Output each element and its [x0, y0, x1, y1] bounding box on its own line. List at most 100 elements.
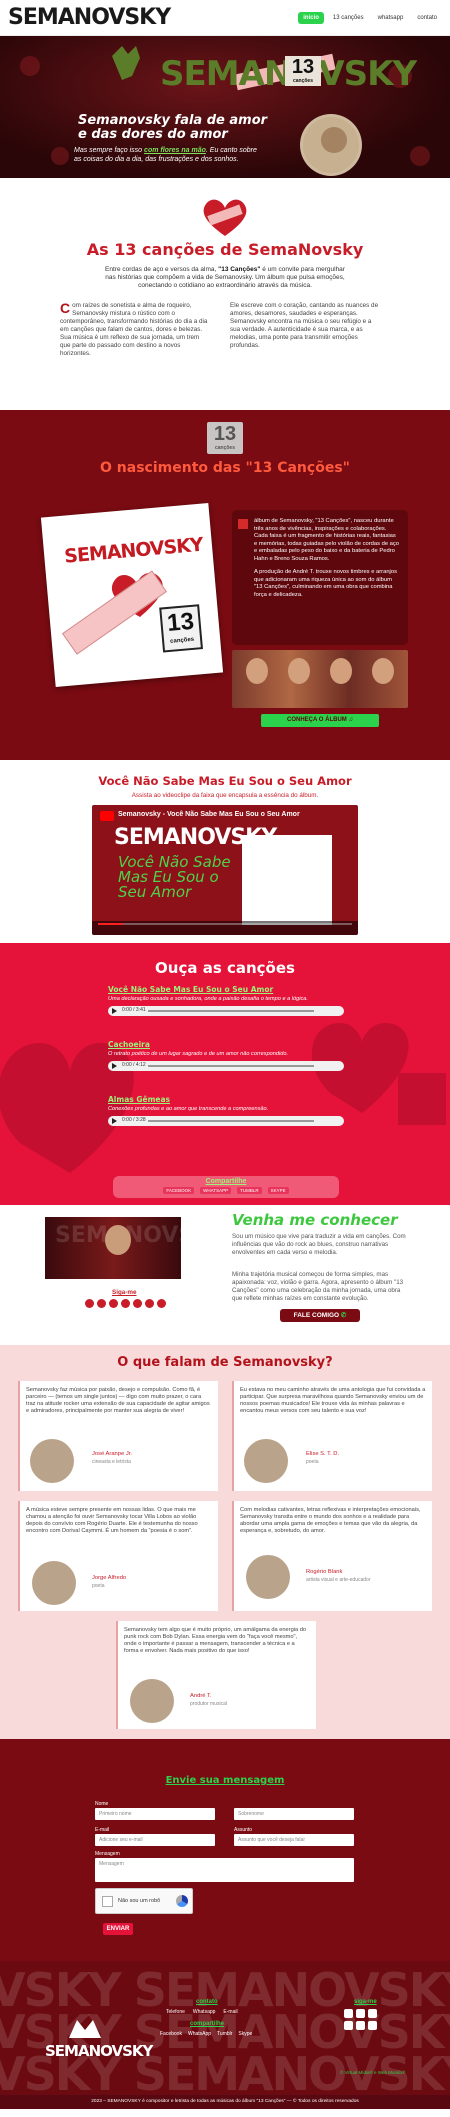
track-3-desc: Conexões profundas e ao amor que transce…	[108, 1106, 269, 1112]
play-icon[interactable]	[112, 1008, 117, 1014]
track-2-audio-player[interactable]: 0:00 / 4:12	[108, 1061, 344, 1071]
footer-phone-link[interactable]: Telefone	[166, 2009, 185, 2015]
about-col-left: Com raízes de sonetista e alma de roquei…	[60, 300, 208, 357]
apple-music-icon[interactable]	[121, 1299, 130, 1308]
testimonials-title: O que falam de Semanovsky?	[117, 1355, 333, 1370]
footer-contact-links: Telefone Whatsapp E-mail	[166, 2009, 238, 2015]
avatar	[30, 1439, 74, 1483]
hero-banner: SEMANOVSKY 13canções Semanovsky fala de …	[0, 36, 450, 178]
footer-skype-link[interactable]: Skype	[238, 2031, 252, 2037]
email-input[interactable]: Adicione seu e-mail	[95, 1834, 215, 1846]
instagram-icon[interactable]	[344, 2021, 353, 2030]
youtube-icon[interactable]	[85, 1299, 94, 1308]
share-whatsapp-button[interactable]: WHATSAPP	[200, 1187, 232, 1194]
recaptcha-checkbox[interactable]	[102, 1896, 113, 1907]
track-1-audio-player[interactable]: 0:00 / 3:41	[108, 1006, 344, 1016]
nav-item-13-cancoes[interactable]: 13 canções	[328, 12, 369, 24]
play-icon[interactable]	[112, 1118, 117, 1124]
tiktok-icon[interactable]	[157, 1299, 166, 1308]
birth-section: 13 canções O nascimento das "13 Canções" …	[0, 410, 450, 760]
site-logo[interactable]: SEMANOVSKY	[8, 5, 171, 30]
track-3: Almas Gêmeas Conexões profundas e ao amo…	[108, 1095, 344, 1126]
recaptcha-widget: Não sou um robô	[95, 1888, 193, 1914]
testimonial-card: Com melodias cativantes, letras reflexiv…	[232, 1501, 432, 1611]
share-skype-button[interactable]: SKYPE	[267, 1187, 289, 1194]
meet-section: SEMANOVSKY Siga-me Venha me conhecer Sou…	[0, 1205, 450, 1345]
video-player[interactable]: Semanovsky - Você Não Sabe Mas Eu Sou o …	[92, 805, 358, 935]
avatar	[244, 1439, 288, 1483]
facebook-icon[interactable]	[356, 2021, 365, 2030]
message-field: Mensagem Mensagem	[95, 1851, 354, 1882]
send-button[interactable]: ENVIAR	[103, 1923, 133, 1935]
video-subtitle: Assista ao videoclipe da faixa que encap…	[131, 792, 319, 799]
video-progress-bar[interactable]	[98, 923, 352, 925]
play-icon[interactable]	[112, 1063, 117, 1069]
deezer-icon[interactable]	[109, 1299, 118, 1308]
album-button[interactable]: CONHEÇA O ÁLBUM ♫	[261, 714, 379, 727]
contact-me-button[interactable]: FALE COMIGO ✆	[280, 1309, 360, 1322]
testimonial-role: poeta	[92, 1583, 105, 1589]
share-box: Compartilhe FACEBOOK WHATSAPP TUMBLR SKY…	[113, 1176, 339, 1198]
testimonial-name: José Aranpe Jr.	[92, 1451, 132, 1457]
about-intro: Entre cordas de aço e versos da alma, "1…	[105, 266, 345, 289]
facebook-icon[interactable]	[145, 1299, 154, 1308]
footer: VSKY SEMANOVSKY SEMAVSKY SEMANOVSKY SEMA…	[0, 1961, 450, 2109]
meet-title: Venha me conhecer	[232, 1211, 398, 1229]
video-controls[interactable]	[92, 921, 358, 935]
footer-share-links: Facebook WhatsApp Tumblr Skype	[160, 2031, 252, 2037]
tiktok-icon[interactable]	[368, 2021, 377, 2030]
testimonial-card: Eu estava no meu caminho através de uma …	[232, 1381, 432, 1491]
nav-item-contato[interactable]: contato	[412, 12, 442, 24]
band-photo	[232, 650, 408, 708]
deezer-icon[interactable]	[368, 2009, 377, 2018]
spotify-icon[interactable]	[97, 1299, 106, 1308]
instagram-icon[interactable]	[133, 1299, 142, 1308]
main-menu: início 13 canções whatsapp contato	[298, 11, 442, 24]
footer-whatsapp-share-link[interactable]: WhatsApp	[188, 2031, 211, 2037]
email-field: E-mail Adicione seu e-mail	[95, 1827, 215, 1846]
about-col-right: Ele escreve com o coração, cantando as n…	[230, 302, 379, 349]
spotify-icon[interactable]	[356, 2009, 365, 2018]
share-facebook-button[interactable]: FACEBOOK	[163, 1187, 195, 1194]
share-tumblr-button[interactable]: TUMBLR	[237, 1187, 262, 1194]
avatar	[246, 1555, 290, 1599]
nav-item-whatsapp[interactable]: whatsapp	[373, 12, 409, 24]
testimonial-card: Semanovsky faz música por paixão, desejo…	[18, 1381, 218, 1491]
artist-guitar-photo: SEMANOVSKY	[45, 1217, 227, 1279]
recaptcha-icon	[176, 1895, 188, 1907]
message-textarea[interactable]: Mensagem	[95, 1858, 354, 1882]
track-1-name[interactable]: Você Não Sabe Mas Eu Sou o Seu Amor	[108, 985, 344, 994]
last-name-field: Sobrenome	[234, 1801, 354, 1820]
footer-tumblr-link[interactable]: Tumblr	[217, 2031, 232, 2037]
birth-title: O nascimento das "13 Canções"	[100, 460, 350, 476]
footer-logo-emblem-icon	[69, 2020, 101, 2038]
top-nav: SEMANOVSKY início 13 canções whatsapp co…	[0, 0, 450, 36]
video-section: Você Não Sabe Mas Eu Sou o Seu Amor Assi…	[0, 760, 450, 943]
track-3-name[interactable]: Almas Gêmeas	[108, 1095, 344, 1104]
listen-title: Ouça as canções	[155, 959, 295, 977]
footer-email-link[interactable]: E-mail	[223, 2009, 237, 2015]
footer-facebook-link[interactable]: Facebook	[160, 2031, 182, 2037]
contact-section: Envie sua mensagem Nome Primeiro nome So…	[0, 1739, 450, 1961]
footer-logo[interactable]: SEMANOVSKY	[45, 2016, 153, 2066]
birth-text-box: álbum de Semanovsky, "13 Canções", nasce…	[232, 510, 408, 645]
testimonial-name: Jorge Alfredo	[92, 1575, 127, 1581]
footer-copyright: 2023 – SEMANOVSKY é compositor e letrist…	[0, 2095, 450, 2109]
footer-credit[interactable]: © Virtual Mídia® e Web Mundo®	[340, 2070, 405, 2075]
footer-whatsapp-link[interactable]: Whatsapp	[193, 2009, 216, 2015]
track-3-audio-player[interactable]: 0:00 / 3:28	[108, 1116, 344, 1126]
heart-bandage-icon	[203, 199, 247, 236]
nav-item-inicio[interactable]: início	[298, 11, 324, 24]
subject-field: Assunto Assunto que você deseja falar	[234, 1827, 354, 1846]
testimonial-role: poeta	[306, 1459, 319, 1465]
footer-follow-title: siga-me	[354, 1999, 377, 2005]
last-name-input[interactable]: Sobrenome	[234, 1808, 354, 1820]
footer-social-icons	[344, 2009, 384, 2030]
subject-input[interactable]: Assunto que você deseja falar	[234, 1834, 354, 1846]
share-title: Compartilhe	[205, 1178, 247, 1185]
track-2-name[interactable]: Cachoeira	[108, 1040, 344, 1049]
testimonial-role: cineasta e letrista	[92, 1459, 131, 1465]
youtube-icon[interactable]	[344, 2009, 353, 2018]
first-name-input[interactable]: Primeiro nome	[95, 1808, 215, 1820]
video-album-card	[242, 835, 332, 925]
